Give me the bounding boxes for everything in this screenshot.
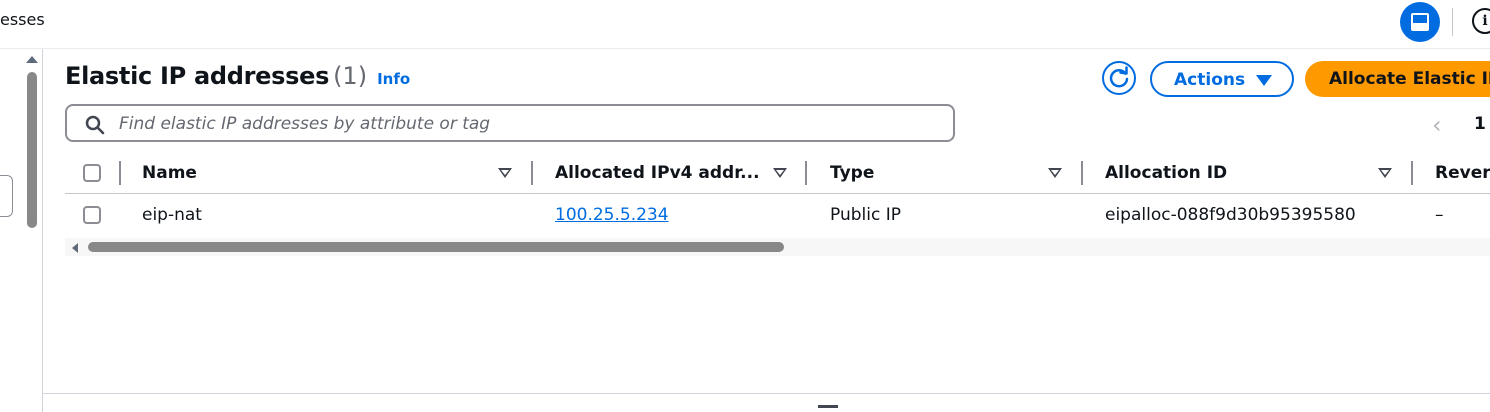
divider: [42, 49, 43, 412]
column-header-name[interactable]: Name: [142, 163, 197, 183]
chevron-left-icon[interactable]: ‹: [1432, 113, 1442, 137]
divider: [1452, 8, 1453, 36]
side-navigation-toggle[interactable]: [0, 175, 13, 217]
select-all-checkbox[interactable]: [83, 164, 101, 182]
scroll-left-arrow-icon[interactable]: [72, 243, 78, 253]
page-title: Elastic IP addresses: [65, 62, 330, 90]
allocate-label: Allocate Elastic IP: [1329, 69, 1490, 89]
breadcrumb[interactable]: esses: [0, 10, 45, 29]
sort-caret-icon[interactable]: [1048, 168, 1062, 178]
column-header-reverse-dns[interactable]: Revers: [1435, 163, 1490, 183]
actions-label: Actions: [1174, 70, 1246, 90]
column-resizer[interactable]: [805, 161, 807, 185]
search-field[interactable]: [65, 104, 955, 142]
cell-ipv4-link[interactable]: 100.25.5.234: [555, 205, 669, 225]
sort-caret-icon[interactable]: [498, 168, 512, 178]
column-header-type[interactable]: Type: [830, 163, 874, 183]
column-header-ipv4[interactable]: Allocated IPv4 addr...: [555, 163, 760, 183]
panel-toggle-icon[interactable]: [1400, 2, 1440, 42]
scroll-up-arrow-icon[interactable]: [26, 56, 38, 63]
divider: [43, 393, 1490, 394]
search-input[interactable]: [117, 111, 941, 137]
cell-allocation-id: eipalloc-088f9d30b95395580: [1105, 205, 1356, 225]
horizontal-scrollbar-thumb[interactable]: [88, 242, 784, 252]
refresh-icon: [1109, 66, 1129, 88]
cell-name: eip-nat: [142, 205, 202, 225]
cell-type: Public IP: [830, 205, 901, 225]
column-resizer[interactable]: [119, 161, 121, 185]
table-row[interactable]: eip-nat 100.25.5.234 Public IP eipalloc-…: [65, 194, 1490, 236]
vertical-scrollbar-thumb[interactable]: [27, 72, 37, 228]
search-icon: [85, 115, 105, 135]
resize-handle-icon[interactable]: [818, 405, 838, 408]
pagination-page[interactable]: 1: [1474, 114, 1486, 134]
cell-reverse-dns: –: [1435, 205, 1444, 225]
sort-caret-icon[interactable]: [773, 168, 787, 178]
row-checkbox[interactable]: [83, 206, 101, 224]
sort-caret-icon[interactable]: [1378, 168, 1392, 178]
item-count: (1): [333, 62, 368, 90]
table-header: Name Allocated IPv4 addr... Type Allocat…: [65, 155, 1490, 194]
top-bar: [0, 0, 1490, 49]
info-link[interactable]: Info: [377, 70, 410, 88]
page-header: Elastic IP addresses (1) Info: [65, 62, 410, 90]
column-resizer[interactable]: [1411, 161, 1413, 185]
column-resizer[interactable]: [1081, 161, 1083, 185]
allocate-elastic-ip-button[interactable]: Allocate Elastic IP: [1305, 61, 1490, 97]
refresh-button[interactable]: [1102, 61, 1136, 95]
actions-button[interactable]: Actions: [1150, 61, 1294, 97]
caret-down-icon: [1256, 75, 1272, 86]
column-resizer[interactable]: [531, 161, 533, 185]
column-header-allocation-id[interactable]: Allocation ID: [1105, 163, 1227, 183]
